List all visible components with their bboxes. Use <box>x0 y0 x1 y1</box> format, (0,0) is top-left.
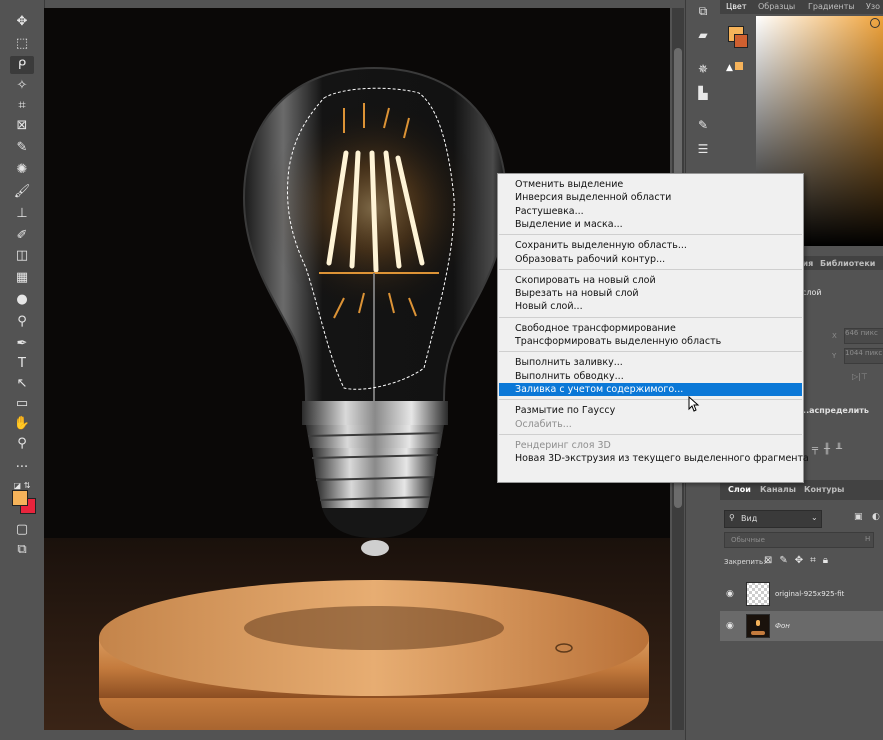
tab-channels[interactable]: Каналы <box>760 485 796 494</box>
tab-gradients[interactable]: Градиенты <box>808 2 855 11</box>
screen-mode-icon[interactable]: ⧉ <box>10 540 34 558</box>
history-icon[interactable]: ⧉ <box>694 4 712 18</box>
menu-item[interactable]: Растушевка... <box>499 205 802 218</box>
layer-thumbnail <box>746 614 770 638</box>
menu-item[interactable]: Свободное трансформирование <box>499 322 802 335</box>
lock-label: Закрепить: <box>724 558 766 566</box>
mouse-cursor-icon <box>688 395 700 412</box>
menu-separator <box>499 268 802 270</box>
navigator-icon[interactable]: ✵ <box>694 62 712 76</box>
layer-thumbnail <box>746 582 770 606</box>
menu-item[interactable]: Заливка с учетом содержимого... <box>499 382 802 396</box>
x-value-field[interactable]: 646 пикс <box>844 328 883 344</box>
tab-color[interactable]: Цвет <box>726 2 747 11</box>
background-color-swatch[interactable] <box>734 34 748 48</box>
more-tools-icon[interactable]: ··· <box>10 458 34 476</box>
histogram-icon[interactable]: ▙ <box>694 86 712 100</box>
stamp-icon[interactable]: ⊥ <box>10 204 34 222</box>
opacity-label: Н <box>865 535 871 543</box>
x-label: X <box>832 332 837 340</box>
magic-wand-icon[interactable]: ✧ <box>10 76 34 94</box>
visibility-eye-icon[interactable]: ◉ <box>726 589 734 599</box>
blend-mode-value: Обычные <box>731 536 765 544</box>
menu-item[interactable]: Новая 3D-экструзия из текущего выделенно… <box>499 452 809 465</box>
tab-libraries[interactable]: Библиотеки <box>820 259 875 268</box>
layer-name: Фон <box>775 622 790 630</box>
dodge-icon[interactable]: ⚲ <box>10 312 34 330</box>
menu-item[interactable]: Размытие по Гауссу <box>499 404 802 417</box>
menu-item[interactable]: Выполнить обводку... <box>499 370 802 383</box>
history-brush-icon[interactable]: ✐ <box>10 226 34 244</box>
lock-icons[interactable]: ⊠✎✥⌗🔒︎ <box>764 555 835 566</box>
menu-separator <box>499 433 802 435</box>
menu-separator <box>499 316 802 318</box>
tab-patterns[interactable]: Узо <box>866 2 880 11</box>
adjustment-filter-icon[interactable]: ◐ <box>872 512 880 522</box>
frame-icon[interactable]: ⊠ <box>10 116 34 134</box>
align-icons[interactable]: ▷|⊤ <box>852 372 868 381</box>
selection-context-menu: Отменить выделение Инверсия выделенной об… <box>497 173 809 483</box>
layer-name: original-925x925-fit <box>775 590 845 598</box>
image-filter-icon[interactable]: ▣ <box>854 512 863 522</box>
comment-icon[interactable]: ▰ <box>694 28 712 42</box>
menu-separator <box>499 399 802 401</box>
menu-item: Ослабить... <box>515 418 572 430</box>
lasso-icon[interactable]: ᑭ <box>10 56 34 74</box>
rectangle-icon[interactable]: ▭ <box>10 394 34 412</box>
move-icon[interactable]: ✥ <box>10 12 34 30</box>
menu-item[interactable]: Выполнить заливку... <box>499 356 802 369</box>
tab-swatches[interactable]: Образцы <box>758 2 795 11</box>
menu-item[interactable]: Выделение и маска... <box>499 218 802 231</box>
adjustments-icon[interactable]: ☰ <box>694 142 712 156</box>
tab-paths[interactable]: Контуры <box>804 485 844 494</box>
brush-settings-icon[interactable]: ✎ <box>694 118 712 132</box>
color-picker-cursor[interactable] <box>870 18 880 28</box>
hand-icon[interactable]: ✋ <box>10 414 34 432</box>
menu-item[interactable]: Инверсия выделенной области <box>499 191 802 204</box>
tab-layers[interactable]: Слои <box>728 485 751 494</box>
blur-icon[interactable]: ● <box>10 290 34 308</box>
zoom-icon[interactable]: ⚲ <box>10 434 34 452</box>
layer-row-original[interactable]: ◉ original-925x925-fit <box>720 579 883 609</box>
healing-brush-icon[interactable]: ✺ <box>10 160 34 178</box>
visibility-eye-icon[interactable]: ◉ <box>726 621 734 631</box>
menu-item[interactable]: Образовать рабочий контур... <box>499 253 802 266</box>
gamut-warning-icon[interactable]: ▲ <box>726 62 743 73</box>
eyedropper-icon[interactable]: ✎ <box>10 138 34 156</box>
foreground-color-swatch[interactable] <box>12 490 28 506</box>
chevron-down-icon: ⌄ <box>811 513 818 522</box>
layers-panel-tabs: Слои Каналы Контуры <box>720 480 883 500</box>
crop-icon[interactable]: ⌗ <box>10 96 34 114</box>
color-panel-tabs: Цвет Образцы Градиенты Узо <box>720 0 883 14</box>
align-section-label: ...аспределить <box>800 406 869 415</box>
menu-separator <box>499 351 802 353</box>
type-icon[interactable]: T <box>10 354 34 372</box>
menu-separator <box>499 234 802 236</box>
eraser-icon[interactable]: ◫ <box>10 246 34 264</box>
photoshop-window: ✥ ⬚ ᑭ ✧ ⌗ ⊠ ✎ ✺ 🖌 ⊥ ✐ ◫ ▦ ● ⚲ ✒ T ↖ ▭ ✋ ⚲ ··· ◪ ⇅ ▢ ⧉ <box>0 0 883 740</box>
blend-mode-select[interactable]: Обычные Н <box>724 532 874 548</box>
menu-item[interactable]: Сохранить выделенную область... <box>499 239 802 252</box>
filter-value: Вид <box>741 514 758 523</box>
gradient-icon[interactable]: ▦ <box>10 268 34 286</box>
distribute-icons[interactable]: ╤╫╨ <box>812 444 848 455</box>
quick-mask-icon[interactable]: ▢ <box>10 520 34 538</box>
menu-item[interactable]: Новый слой... <box>499 300 802 313</box>
path-select-icon[interactable]: ↖ <box>10 374 34 392</box>
menu-item[interactable]: Трансформировать выделенную область <box>499 335 802 348</box>
menu-item[interactable]: Отменить выделение <box>499 178 802 191</box>
menu-item[interactable]: Скопировать на новый слой <box>499 274 802 287</box>
y-label: Y <box>832 352 837 360</box>
tools-panel: ✥ ⬚ ᑭ ✧ ⌗ ⊠ ✎ ✺ 🖌 ⊥ ✐ ◫ ▦ ● ⚲ ✒ T ↖ ▭ ✋ ⚲ ··· ◪ ⇅ ▢ ⧉ <box>0 0 45 740</box>
layer-filter-select[interactable]: ⚲ Вид ⌄ <box>724 510 822 528</box>
marquee-icon[interactable]: ⬚ <box>10 34 34 52</box>
layer-row-background[interactable]: ◉ Фон <box>720 611 883 641</box>
pen-icon[interactable]: ✒ <box>10 334 34 352</box>
properties-subtitle: слой <box>802 288 822 297</box>
search-icon: ⚲ <box>729 513 735 522</box>
menu-item: Рендеринг слоя 3D <box>515 439 611 451</box>
y-value-field[interactable]: 1044 пикс <box>844 348 883 364</box>
brush-icon[interactable]: 🖌 <box>10 182 34 200</box>
menu-item[interactable]: Вырезать на новый слой <box>499 287 802 300</box>
